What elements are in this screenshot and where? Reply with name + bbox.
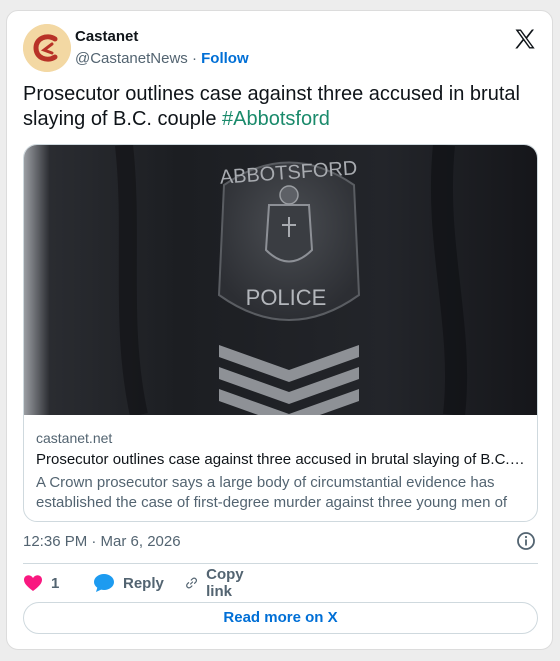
reply-button[interactable]: Reply [93,571,164,595]
link-description: A Crown prosecutor says a large body of … [36,474,508,511]
tweet-text: Prosecutor outlines case against three a… [23,82,538,132]
x-logo-icon[interactable] [513,27,537,51]
author-handle-row: @CastanetNews · Follow [75,50,249,67]
like-button[interactable]: 1 [23,571,59,595]
copy-link-label: Copy link [206,566,244,600]
info-icon[interactable] [516,531,536,551]
copy-link-button[interactable]: Copy link [185,566,251,600]
divider [23,563,538,564]
follow-button[interactable]: Follow [201,50,249,67]
link-preview-card[interactable]: ABBOTSFORD POLICE castanet.net Prosecuto… [23,144,538,522]
link-icon [186,577,198,589]
hashtag-link[interactable]: #Abbotsford [222,108,330,130]
author-name[interactable]: Castanet [75,28,138,45]
reply-label: Reply [123,574,164,592]
tweet-embed-card: Castanet @CastanetNews · Follow Prosecut… [6,10,553,650]
author-handle[interactable]: @CastanetNews [75,50,188,67]
reply-bubble-icon [94,574,114,592]
article-photo: ABBOTSFORD POLICE [24,145,537,415]
like-count: 1 [51,574,60,592]
link-title: Prosecutor outlines case against three a… [36,451,528,468]
separator: · [187,50,202,67]
read-more-button[interactable]: Read more on X [23,602,538,634]
avatar[interactable] [23,24,71,72]
heart-icon [24,575,42,591]
link-domain: castanet.net [36,430,113,446]
timestamp[interactable]: 12:36 PM · Mar 6, 2026 [23,533,181,550]
badge-bottom-text: POLICE [246,285,327,310]
castanet-logo-icon [23,24,71,72]
